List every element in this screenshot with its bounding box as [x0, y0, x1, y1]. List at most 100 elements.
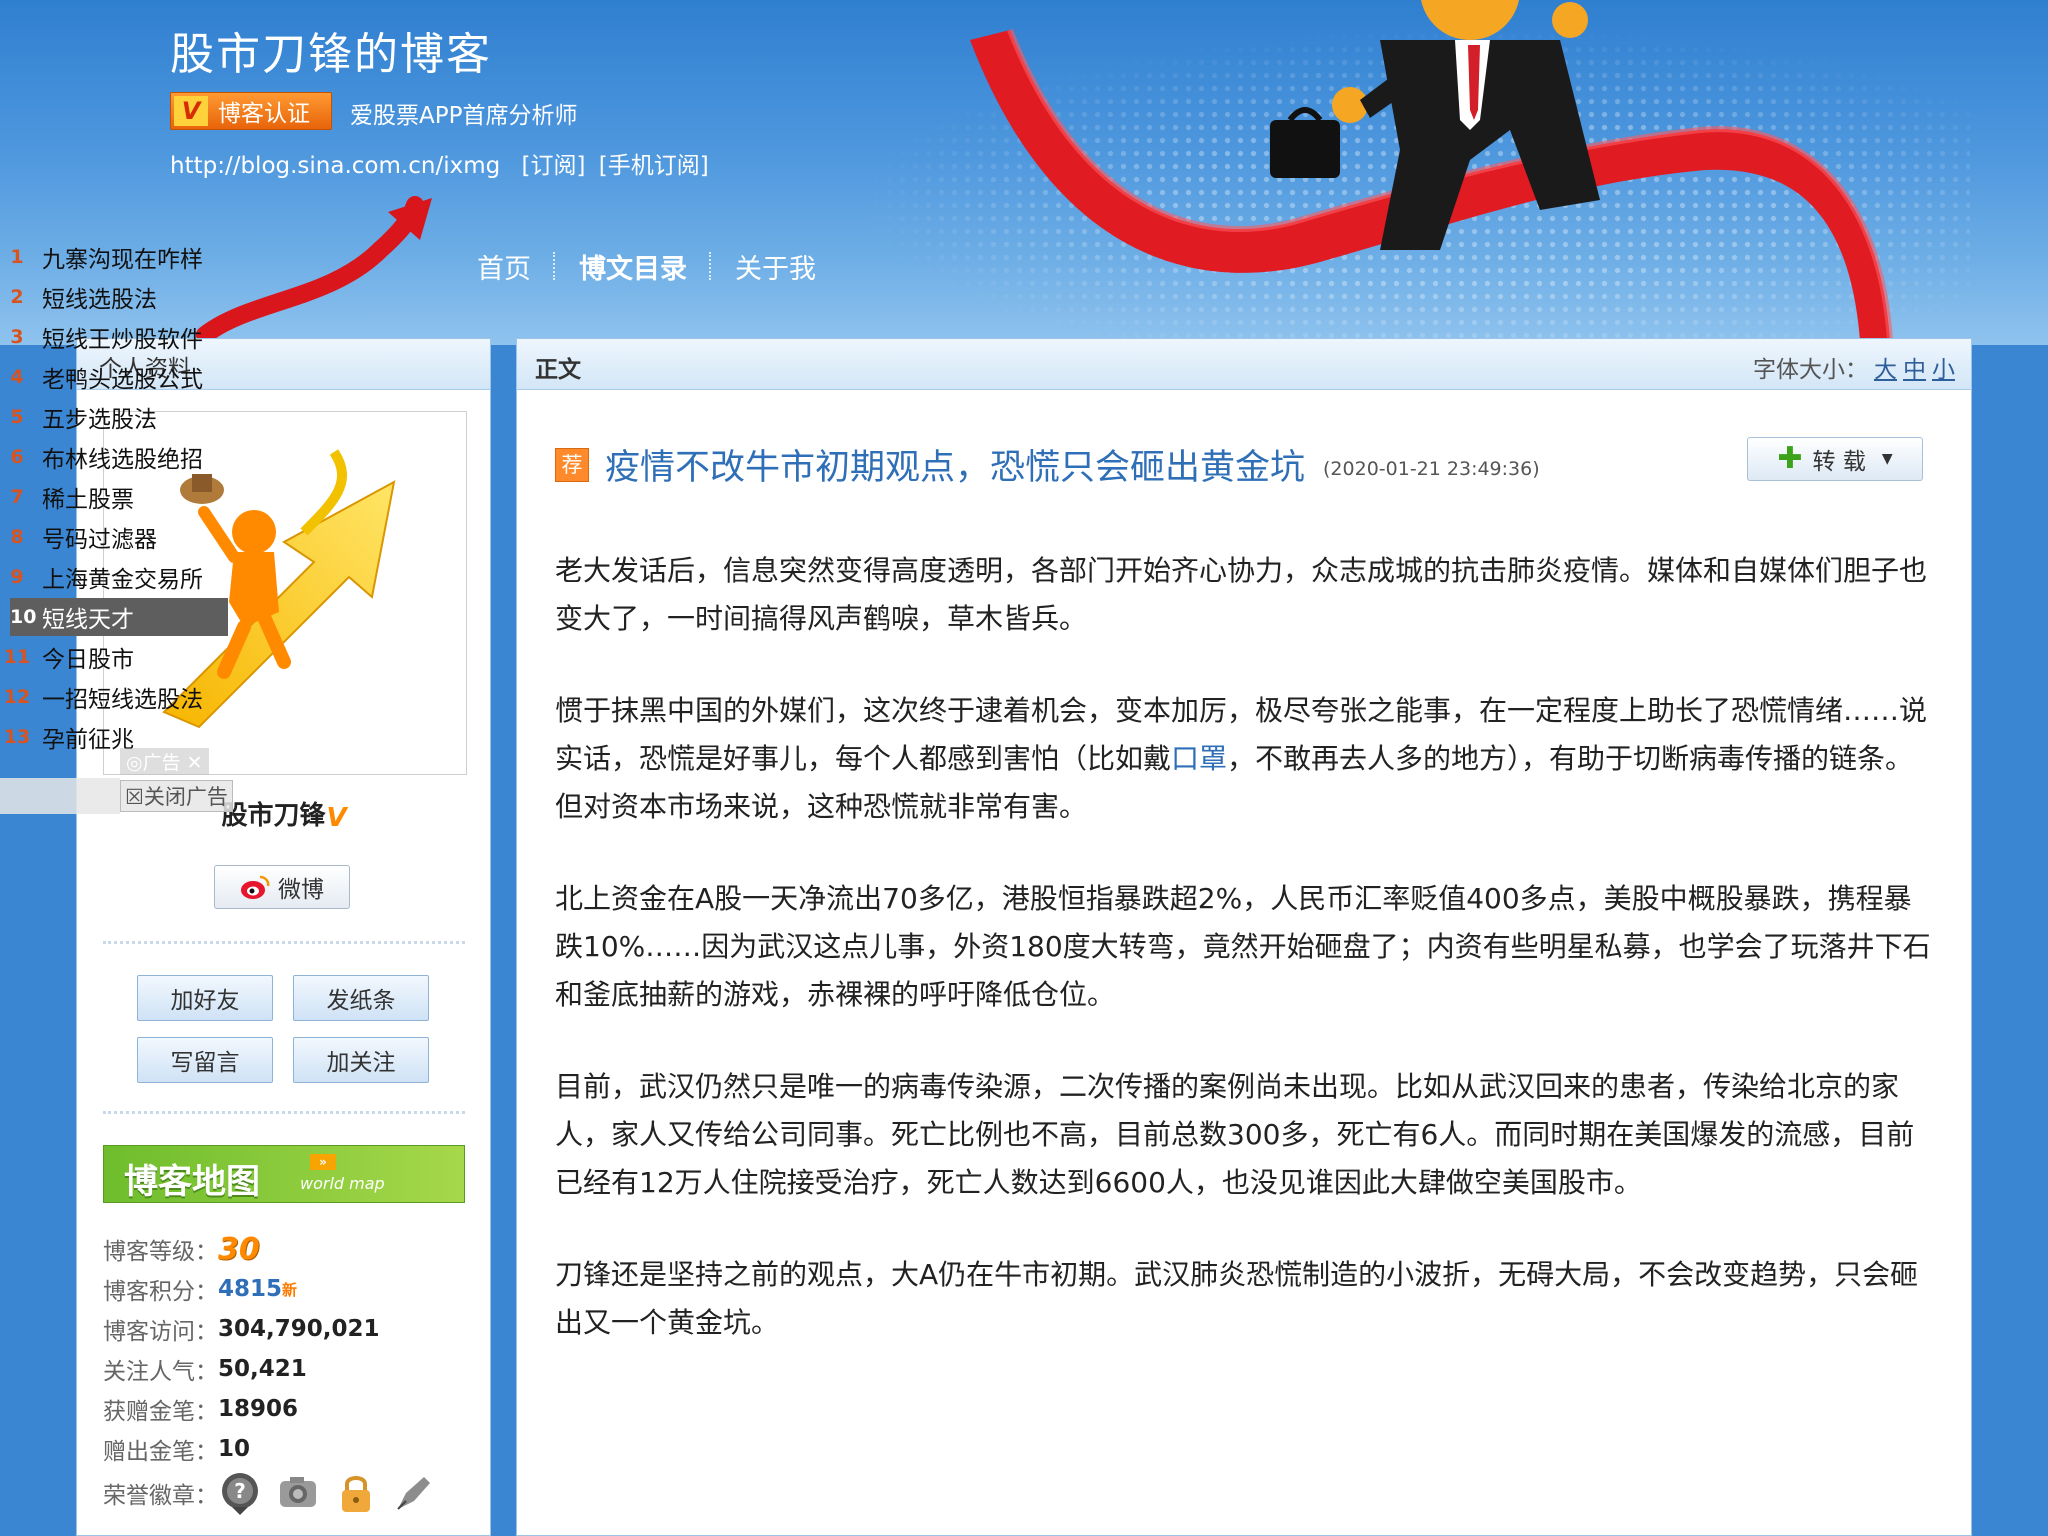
- article-panel-title: 正文: [535, 357, 581, 383]
- ad-item[interactable]: 6 布林线选股绝招: [0, 438, 203, 476]
- weibo-label: 微博: [278, 877, 324, 903]
- blog-header: 股市刀锋的博客 V 博客认证 爱股票APP首席分析师 http://blog.s…: [0, 0, 2048, 345]
- close-ad-label: 关闭广告: [143, 785, 228, 809]
- blog-level-value: 30: [218, 1231, 260, 1267]
- nav-home[interactable]: 首页: [455, 247, 553, 286]
- ad-item-number: 3: [10, 326, 24, 348]
- blog-stats: 博客等级： 30 博客积分： 4815 新 博客访问： 304,790,021 …: [103, 1229, 450, 1517]
- ad-item-text: 今日股市: [42, 647, 134, 673]
- stat-badges: 荣誉徽章： ?: [103, 1469, 450, 1517]
- lock-medal-icon[interactable]: [334, 1471, 378, 1515]
- ad-label-text: 广告: [142, 752, 181, 774]
- stat-popularity: 关注人气： 50,421: [103, 1349, 450, 1389]
- pen-medal-icon[interactable]: [392, 1471, 436, 1515]
- close-icon[interactable]: ✕: [187, 752, 203, 774]
- stat-label: 获赠金笔：: [103, 1399, 218, 1425]
- blog-verified-badge[interactable]: V 博客认证: [170, 92, 332, 130]
- blog-map-banner[interactable]: 博客地图 » world map: [103, 1145, 465, 1203]
- nav-about-me[interactable]: 关于我: [713, 247, 838, 286]
- follow-button[interactable]: 加关注: [293, 1037, 429, 1083]
- divider: [103, 1111, 465, 1114]
- ad-item-number: 9: [10, 566, 24, 588]
- ad-item-number: 12: [3, 686, 31, 708]
- send-note-button[interactable]: 发纸条: [293, 975, 429, 1021]
- given-pens-value: 10: [218, 1436, 251, 1462]
- blog-points-value: 4815: [218, 1276, 283, 1302]
- stat-label: 荣誉徽章：: [103, 1483, 218, 1509]
- stat-label: 博客访问：: [103, 1319, 218, 1345]
- ad-item-number: 4: [10, 366, 24, 388]
- blog-url-link[interactable]: http://blog.sina.com.cn/ixmg: [170, 153, 500, 179]
- ad-item-number: 10: [10, 606, 37, 628]
- ad-label: ◎广告 ✕: [120, 748, 209, 775]
- ad-item-number: 13: [3, 726, 31, 748]
- camera-medal-icon[interactable]: [276, 1471, 320, 1515]
- stat-visits: 博客访问： 304,790,021: [103, 1309, 450, 1349]
- article-panel-header: 正文 字体大小：大中小: [517, 339, 1971, 390]
- blog-map-subtitle: world map: [300, 1174, 385, 1193]
- ad-item[interactable]: 8 号码过滤器: [0, 518, 157, 556]
- svg-text:?: ?: [234, 1479, 246, 1503]
- ad-item-text: 老鸭头选股公式: [42, 367, 203, 393]
- ad-item-text: 稀土股票: [42, 487, 134, 513]
- article-panel: 正文 字体大小：大中小 荐 疫情不改牛市初期观点，恐慌只会砸出黄金坑 (2020…: [516, 338, 1972, 1536]
- ad-item[interactable]: 3 短线王炒股软件: [0, 318, 203, 356]
- font-size-large[interactable]: 大: [1874, 357, 1897, 383]
- ad-item-text: 上海黄金交易所: [42, 567, 203, 593]
- ad-item[interactable]: 2 短线选股法: [0, 278, 157, 316]
- ad-icon: ◎: [126, 752, 143, 774]
- ad-item-number: 1: [10, 246, 24, 268]
- ad-item[interactable]: 4 老鸭头选股公式: [0, 358, 203, 396]
- ad-item-selected[interactable]: 10 短线天才: [10, 598, 228, 636]
- close-ad-button[interactable]: ☒关闭广告: [120, 780, 233, 812]
- ad-item[interactable]: 7 稀土股票: [0, 478, 134, 516]
- main-nav: 首页 博文目录 关于我: [455, 238, 838, 294]
- verified-v-icon: V: [326, 803, 347, 833]
- verified-v-icon: V: [174, 96, 208, 126]
- font-size-label: 字体大小：: [1753, 357, 1868, 383]
- ad-item-text: 九寨沟现在咋样: [42, 247, 203, 273]
- write-message-button[interactable]: 写留言: [137, 1037, 273, 1083]
- question-medal-icon[interactable]: ?: [218, 1471, 262, 1515]
- add-friend-button[interactable]: 加好友: [137, 975, 273, 1021]
- article-paragraph: 惯于抹黑中国的外媒们，这次终于逮着机会，变本加厉，极尽夸张之能事，在一定程度上助…: [555, 687, 1935, 831]
- font-size-small[interactable]: 小: [1932, 357, 1955, 383]
- ad-item-text: 短线天才: [42, 607, 134, 633]
- ad-bottom-strip: [0, 778, 120, 814]
- keyword-link[interactable]: 口罩: [1171, 742, 1227, 775]
- nav-article-list[interactable]: 博文目录: [557, 247, 709, 286]
- ad-item[interactable]: 11 今日股市: [0, 638, 134, 676]
- divider: [103, 941, 465, 944]
- ad-item[interactable]: 5 五步选股法: [0, 398, 157, 436]
- double-arrow-icon: »: [310, 1154, 336, 1170]
- blog-owner-name-text: 股市刀锋: [221, 801, 326, 831]
- checkbox-x-icon: ☒: [125, 785, 144, 809]
- ad-item[interactable]: 9 上海黄金交易所: [0, 558, 203, 596]
- ad-item-text: 一招短线选股法: [42, 687, 203, 713]
- ad-item-number: 8: [10, 526, 24, 548]
- ad-item-text: 五步选股法: [42, 407, 157, 433]
- blog-url-line: http://blog.sina.com.cn/ixmg [订阅] [手机订阅]: [170, 146, 715, 180]
- repost-button[interactable]: ✚ 转 载 ▼: [1747, 437, 1923, 481]
- blog-title: 股市刀锋的博客: [170, 29, 492, 80]
- subscribe-link[interactable]: [订阅]: [522, 153, 586, 179]
- stat-points: 博客积分： 4815 新: [103, 1269, 450, 1309]
- blog-visits-value: 304,790,021: [218, 1316, 380, 1342]
- mobile-subscribe-link[interactable]: [手机订阅]: [599, 153, 709, 179]
- article-paragraph: 目前，武汉仍然只是唯一的病毒传染源，二次传播的案例尚未出现。比如从武汉回来的患者…: [555, 1070, 1915, 1199]
- ad-item[interactable]: 1 九寨沟现在咋样: [0, 238, 203, 276]
- weibo-button[interactable]: 微博: [214, 865, 350, 909]
- ad-item[interactable]: 13 孕前征兆: [0, 718, 134, 756]
- ad-item[interactable]: 12 一招短线选股法: [0, 678, 203, 716]
- repost-label: 转 载: [1812, 449, 1866, 475]
- article-date: (2020-01-21 23:49:36): [1323, 457, 1540, 480]
- article-title[interactable]: 疫情不改牛市初期观点，恐慌只会砸出黄金坑: [605, 439, 1305, 490]
- article-paragraph: 老大发话后，信息突然变得高度透明，各部门开始齐心协力，众志成城的抗击肺炎疫情。媒…: [555, 554, 1928, 635]
- article-paragraph: 北上资金在A股一天净流出70多亿，港股恒指暴跌超2%，人民币汇率贬值400多点，…: [555, 882, 1931, 1011]
- ad-item-number: 2: [10, 286, 24, 308]
- ad-item-number: 11: [3, 646, 31, 668]
- verified-label: 博客认证: [218, 101, 310, 127]
- font-size-medium[interactable]: 中: [1903, 357, 1926, 383]
- blog-map-title: 博客地图: [124, 1162, 260, 1202]
- ad-keyword-list: 1 九寨沟现在咋样 2 短线选股法 3 短线王炒股软件 4 老鸭头选股公式 5 五步选股法…: [0, 238, 230, 768]
